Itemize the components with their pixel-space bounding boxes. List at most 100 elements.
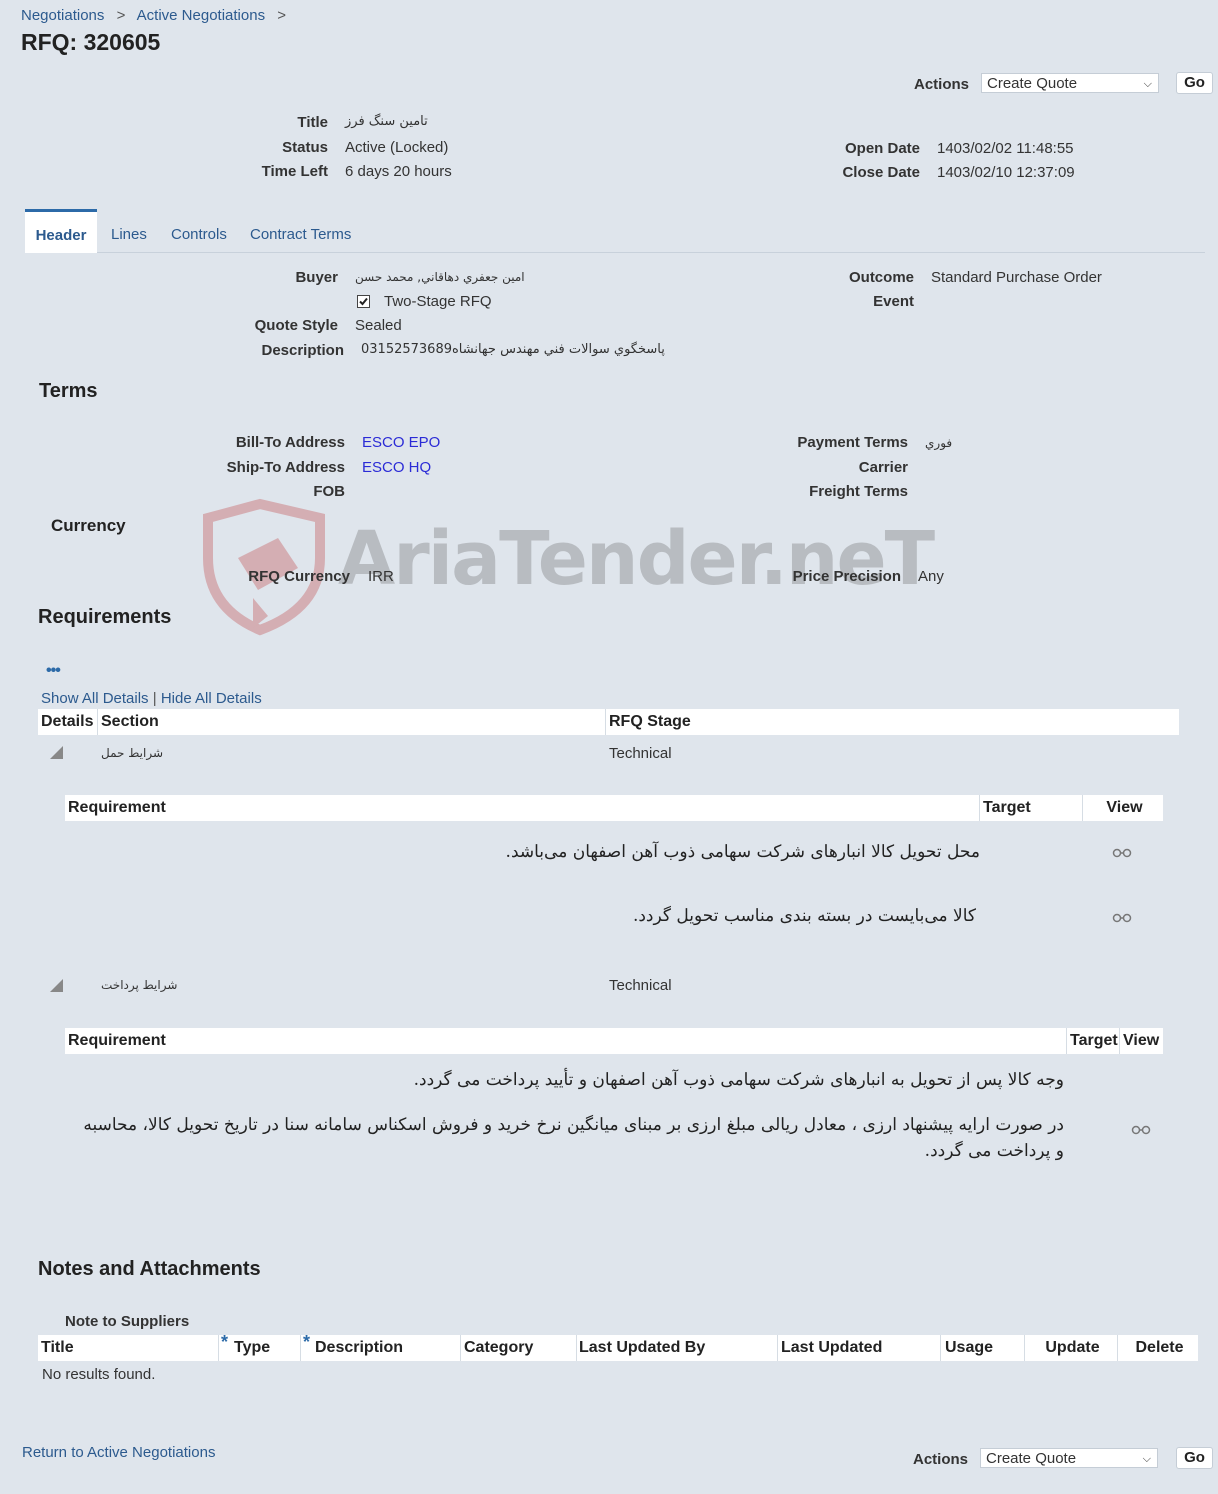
col-update: Update [1045, 1339, 1100, 1356]
col-type: Type [234, 1339, 271, 1356]
col-target: Target [1070, 1032, 1118, 1049]
col-delete: Delete [1135, 1339, 1184, 1356]
tab-lines[interactable]: Lines [111, 226, 147, 243]
tab-bar-divider [25, 252, 1205, 253]
hide-all-details-link[interactable]: Hide All Details [161, 690, 262, 707]
tab-header-label: Header [35, 227, 87, 244]
col-target: Target [983, 799, 1031, 816]
buyer-label: Buyer [295, 269, 338, 286]
col-description: Description [315, 1339, 404, 1356]
col-view: View [1123, 1032, 1160, 1049]
section-name: شرايط حمل [101, 746, 163, 760]
rfq-currency-value: IRR [368, 568, 394, 585]
payment-terms-label: Payment Terms [797, 434, 908, 451]
go-button[interactable]: Go [1176, 1447, 1213, 1469]
required-marker: * [303, 1332, 311, 1352]
chevron-down-icon: ⌵ [1142, 1453, 1151, 1465]
requirement-text: کالا می‌بایست در بسته بندی مناسب تحویل گ… [632, 906, 976, 926]
actions-select[interactable]: Create Quote ⌵ [981, 73, 1159, 93]
actions-select[interactable]: Create Quote ⌵ [980, 1448, 1158, 1468]
checkbox-checked-icon [357, 295, 370, 308]
attachments-table-header: Title * Type * Description Category Last… [38, 1332, 1198, 1361]
title-label: Title [297, 114, 328, 131]
col-rfq-stage: RFQ Stage [609, 713, 691, 730]
rfq-currency-label: RFQ Currency [248, 568, 350, 585]
more-actions-icon[interactable]: ••• [46, 662, 61, 680]
open-date-label: Open Date [844, 140, 920, 157]
details-toggle-links: Show All Details | Hide All Details [41, 690, 262, 707]
glasses-icon[interactable] [1112, 845, 1132, 861]
quote-style-value: Sealed [355, 317, 402, 334]
notes-heading: Notes and Attachments [38, 1258, 261, 1280]
breadcrumb-separator: > [116, 7, 126, 24]
requirement-subtable-header: Requirement Target View [65, 795, 1163, 821]
chevron-down-icon: ⌵ [1143, 78, 1152, 90]
col-last-updated-by: Last Updated By [579, 1339, 706, 1356]
event-label: Event [873, 293, 914, 310]
section-stage: Technical [609, 977, 672, 994]
price-precision-value: Any [918, 568, 944, 585]
time-left-label: Time Left [261, 163, 328, 180]
currency-heading: Currency [51, 516, 126, 535]
col-requirement: Requirement [68, 799, 166, 816]
time-left-value: 6 days 20 hours [345, 163, 452, 180]
tab-controls[interactable]: Controls [171, 226, 227, 243]
actions-label: Actions [913, 76, 969, 93]
glasses-icon[interactable] [1112, 910, 1132, 926]
link-separator: | [152, 690, 157, 707]
ship-to-link[interactable]: ESCO HQ [362, 459, 431, 476]
section-stage: Technical [609, 745, 672, 762]
expand-triangle-icon[interactable] [50, 979, 63, 992]
quote-style-label: Quote Style [254, 317, 338, 334]
section-name: شرايط پرداخت [101, 978, 178, 992]
description-value: پاسخگوي سوالات فني مهندس جهانشاه03152573… [361, 342, 665, 357]
actions-select-value: Create Quote [987, 75, 1078, 92]
col-view: View [1106, 799, 1143, 816]
breadcrumb-active-negotiations[interactable]: Active Negotiations [137, 7, 265, 24]
close-date-value: 1403/02/10 12:37:09 [937, 164, 1075, 181]
price-precision-label: Price Precision [792, 568, 901, 585]
status-label: Status [282, 139, 328, 156]
actions-label: Actions [912, 1451, 968, 1468]
breadcrumb: Negotiations > Active Negotiations > [21, 7, 286, 24]
terms-heading: Terms [39, 380, 98, 402]
tab-header[interactable]: Header [25, 209, 97, 253]
breadcrumb-separator: > [277, 7, 287, 24]
requirement-text: محل تحویل کالا انبارهای شرکت سهامی ذوب آ… [505, 842, 980, 862]
bill-to-link[interactable]: ESCO EPO [362, 434, 440, 451]
two-stage-rfq-label: Two-Stage RFQ [384, 293, 492, 310]
outcome-value: Standard Purchase Order [931, 269, 1102, 286]
outcome-label: Outcome [848, 269, 914, 286]
watermark-text: AriaTender.neT [338, 516, 935, 602]
open-date-value: 1403/02/02 11:48:55 [937, 140, 1074, 157]
buyer-value: امين جعفري دهاقاني, محمد حسن [355, 270, 525, 284]
requirement-text: در صورت ارایه پیشنهاد ارزی ، معادل ریالی… [83, 1115, 1064, 1161]
note-to-suppliers-label: Note to Suppliers [65, 1313, 190, 1330]
expand-triangle-icon[interactable] [50, 746, 63, 759]
col-last-updated: Last Updated [781, 1339, 883, 1356]
tab-contract-terms[interactable]: Contract Terms [250, 226, 351, 243]
breadcrumb-negotiations[interactable]: Negotiations [21, 7, 104, 24]
col-category: Category [464, 1339, 534, 1356]
glasses-icon[interactable] [1131, 1122, 1151, 1138]
go-button[interactable]: Go [1176, 72, 1213, 94]
payment-terms-value: فوري [925, 436, 953, 450]
bill-to-label: Bill-To Address [235, 434, 345, 451]
status-value: Active (Locked) [345, 139, 449, 156]
requirement-subtable-header: Requirement Target View [65, 1028, 1163, 1054]
col-section: Section [101, 713, 159, 730]
requirements-table-header: Details Section RFQ Stage [38, 709, 1179, 735]
col-requirement: Requirement [68, 1032, 166, 1049]
ship-to-label: Ship-To Address [226, 459, 345, 476]
carrier-label: Carrier [858, 459, 908, 476]
col-details: Details [41, 713, 94, 730]
return-link[interactable]: Return to Active Negotiations [22, 1444, 215, 1461]
actions-select-value: Create Quote [986, 1450, 1077, 1467]
requirement-text: وجه کالا پس از تحویل به انبارهای شرکت سه… [413, 1070, 1064, 1090]
show-all-details-link[interactable]: Show All Details [41, 690, 149, 707]
col-title: Title [41, 1339, 74, 1356]
col-usage: Usage [945, 1339, 994, 1356]
requirements-heading: Requirements [38, 606, 172, 628]
title-value: تامين سنگ فرز [345, 114, 428, 129]
description-label: Description [261, 342, 344, 359]
